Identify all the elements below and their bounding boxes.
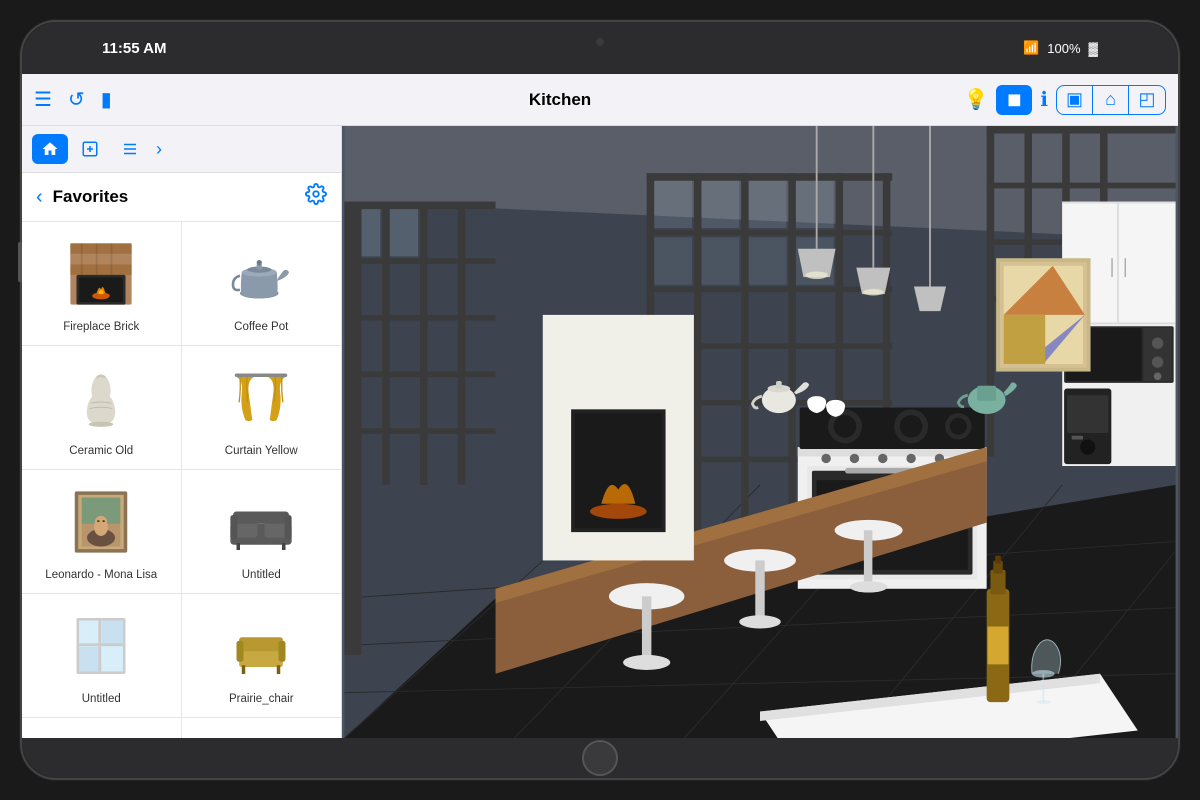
sidebar-tabs: › — [22, 126, 341, 173]
item-label: Coffee Pot — [234, 320, 288, 335]
item-thumbnail — [61, 234, 141, 314]
toolbar-title: Kitchen — [234, 90, 886, 110]
ipad-frame: 11:55 AM 📶 100% ▓ ☰ ↺ ▮ Kitchen 💡 ◼ ℹ ▣ … — [20, 20, 1180, 780]
floorplan-button[interactable]: ▣ — [1057, 86, 1093, 114]
status-right: 📶 100% ▓ — [1023, 40, 1098, 56]
sidebar-title: Favorites — [53, 187, 305, 207]
back-button[interactable]: ‹ — [36, 186, 43, 209]
item-label: Leonardo - Mona Lisa — [45, 568, 157, 583]
item-thumbnail — [221, 482, 301, 562]
item-label: Prairie_chair — [229, 692, 294, 707]
item-thumbnail — [221, 234, 301, 314]
item-label: Curtain Yellow — [225, 444, 298, 459]
list-item[interactable]: Prairie_chair — [182, 594, 342, 718]
front-camera — [596, 38, 604, 46]
menu-icon[interactable]: ☰ — [34, 87, 52, 112]
list-item[interactable]: Fireplace Brick — [22, 222, 182, 346]
item-thumbnail — [221, 606, 301, 686]
item-thumbnail — [61, 482, 141, 562]
settings-icon[interactable] — [305, 183, 327, 211]
list-item[interactable]: Chair_002 — [22, 718, 182, 738]
sidebar-tab-list[interactable] — [112, 134, 148, 164]
kitchen-3d-view — [342, 126, 1178, 738]
list-item[interactable]: Untitled — [182, 470, 342, 594]
list-item[interactable]: Leonardo - Mona Lisa — [22, 470, 182, 594]
item-thumbnail — [61, 358, 141, 438]
info-icon[interactable]: ℹ — [1040, 87, 1048, 112]
item-thumbnail — [221, 358, 301, 438]
sidebar-more-icon[interactable]: › — [156, 139, 162, 160]
top-toolbar: ☰ ↺ ▮ Kitchen 💡 ◼ ℹ ▣ ⌂ ◰ — [22, 74, 1178, 126]
list-item[interactable]: Sofa3x_amazing — [182, 718, 342, 738]
undo-icon[interactable]: ↺ — [68, 87, 85, 112]
battery-icon: ▓ — [1089, 41, 1098, 56]
lightbulb-icon[interactable]: 💡 — [963, 87, 988, 112]
cube-button[interactable]: ◰ — [1129, 86, 1165, 114]
library-button[interactable]: ◼ — [996, 85, 1032, 115]
view-mode-group: ▣ ⌂ ◰ — [1056, 85, 1166, 115]
item-thumbnail — [61, 730, 141, 738]
sidebar-tab-house[interactable] — [32, 134, 68, 164]
main-content: › ‹ Favorites — [22, 126, 1178, 738]
toolbar-right: 💡 ◼ ℹ ▣ ⌂ ◰ — [886, 85, 1166, 115]
sidebar-tab-edit[interactable] — [72, 134, 108, 164]
list-item[interactable]: Curtain Yellow — [182, 346, 342, 470]
toolbar-left: ☰ ↺ ▮ — [34, 87, 234, 112]
house-button[interactable]: ⌂ — [1093, 86, 1129, 114]
list-item[interactable]: Untitled — [22, 594, 182, 718]
battery-percent: 100% — [1047, 41, 1080, 56]
status-time: 11:55 AM — [102, 40, 166, 57]
list-item[interactable]: Coffee Pot — [182, 222, 342, 346]
sidebar: › ‹ Favorites — [22, 126, 342, 738]
item-label: Fireplace Brick — [63, 320, 139, 335]
ipad-screen: ☰ ↺ ▮ Kitchen 💡 ◼ ℹ ▣ ⌂ ◰ — [22, 74, 1178, 738]
list-item[interactable]: Ceramic Old — [22, 346, 182, 470]
item-label: Untitled — [82, 692, 121, 707]
item-label: Ceramic Old — [69, 444, 133, 459]
sidebar-header: ‹ Favorites — [22, 173, 341, 222]
item-label: Untitled — [242, 568, 281, 583]
bottom-bezel — [22, 738, 1178, 778]
item-thumbnail — [61, 606, 141, 686]
items-grid: Fireplace Brick — [22, 222, 341, 738]
volume-button[interactable] — [18, 242, 22, 282]
item-thumbnail — [221, 730, 301, 738]
top-bezel: 11:55 AM 📶 100% ▓ — [22, 22, 1178, 74]
home-button[interactable] — [582, 740, 618, 776]
device-icon[interactable]: ▮ — [101, 87, 112, 112]
wifi-icon: 📶 — [1023, 40, 1039, 56]
